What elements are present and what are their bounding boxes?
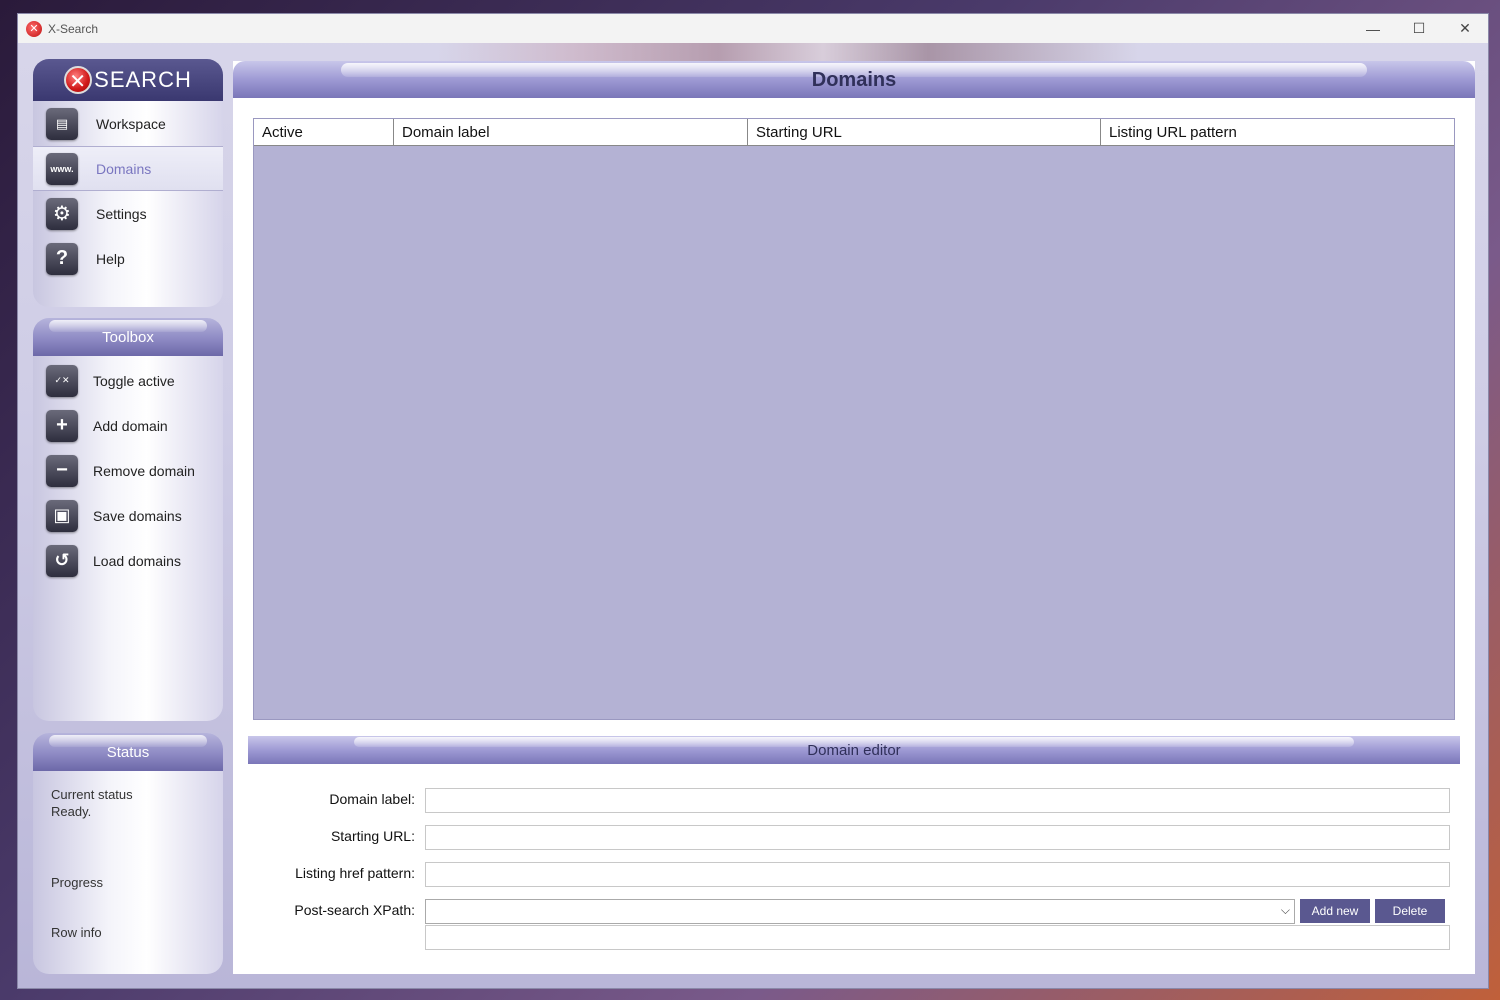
chevron-down-icon: ⌵	[1280, 903, 1290, 917]
current-status-label: Current status	[51, 787, 133, 802]
xpath-detail-input[interactable]	[425, 925, 1450, 950]
column-header-listing-url-pattern[interactable]: Listing URL pattern	[1101, 119, 1454, 145]
add-www-icon: +	[46, 409, 78, 442]
nav-item-help[interactable]: ? Help	[33, 236, 223, 281]
domain-label-row: Domain label:	[233, 788, 1475, 814]
status-panel: Status Current status Ready. Progress Ro…	[33, 733, 223, 974]
logo: ✕ SEARCH	[33, 59, 223, 101]
www-icon: www.	[46, 152, 78, 185]
page-title: Domains	[811, 69, 897, 91]
toggle-www-icon: ✓✕	[46, 364, 78, 397]
toolbox-panel: Toolbox ✓✕ Toggle active + Add domain − …	[33, 318, 223, 721]
nav-item-label: Domains	[96, 160, 152, 177]
add-new-button[interactable]: Add new	[1300, 899, 1370, 923]
logo-x-icon: ✕	[64, 66, 93, 94]
listing-href-pattern-label: Listing href pattern:	[295, 865, 415, 881]
nav-item-settings[interactable]: ⚙ Settings	[33, 191, 223, 236]
domain-label-input[interactable]	[425, 788, 1450, 813]
column-header-domain-label[interactable]: Domain label	[394, 119, 748, 145]
nav-item-domains[interactable]: www. Domains	[33, 146, 223, 191]
toolbox-title: Toolbox	[102, 329, 154, 346]
remove-www-icon: −	[46, 454, 78, 487]
load-icon: ↺	[46, 544, 78, 577]
row-info-label: Row info	[51, 925, 102, 940]
starting-url-input[interactable]	[425, 825, 1450, 850]
tool-label: Save domains	[93, 507, 182, 524]
toggle-active-button[interactable]: ✓✕ Toggle active	[33, 358, 223, 403]
post-search-xpath-label: Post-search XPath:	[294, 902, 415, 918]
app-window: ✕ X-Search — ☐ ✕ ✕ SEARCH ▤ Workspace ww…	[17, 13, 1489, 989]
gear-icon: ⚙	[46, 197, 78, 230]
editor-title: Domain editor	[807, 742, 901, 759]
tool-label: Remove domain	[93, 462, 195, 479]
nav-panel: ✕ SEARCH ▤ Workspace www. Domains ⚙ Sett…	[33, 59, 223, 307]
domains-table[interactable]: Active Domain label Starting URL Listing…	[253, 118, 1455, 720]
main-panel: Domains Active Domain label Starting URL…	[233, 61, 1475, 974]
window-controls: — ☐ ✕	[1350, 14, 1488, 43]
editor-header: Domain editor	[248, 736, 1460, 764]
starting-url-row: Starting URL:	[233, 825, 1475, 851]
notepad-icon: ▤	[46, 107, 78, 140]
background-image	[438, 43, 1138, 63]
main-header: Domains	[233, 61, 1475, 98]
post-search-xpath-select[interactable]: ⌵	[425, 899, 1295, 924]
close-icon[interactable]: ✕	[1442, 14, 1488, 43]
listing-href-row: Listing href pattern:	[233, 862, 1475, 888]
logo-text: SEARCH	[94, 67, 192, 92]
table-header: Active Domain label Starting URL Listing…	[254, 119, 1454, 146]
progress-label: Progress	[51, 875, 104, 890]
xpath-detail-row	[233, 925, 1475, 951]
remove-domain-button[interactable]: − Remove domain	[33, 448, 223, 493]
nav-item-workspace[interactable]: ▤ Workspace	[33, 101, 223, 146]
nav-item-label: Settings	[96, 205, 147, 222]
maximize-icon[interactable]: ☐	[1396, 14, 1442, 43]
nav-item-label: Help	[96, 250, 125, 267]
app-icon: ✕	[26, 20, 42, 37]
post-search-xpath-row: Post-search XPath: ⌵ Add new Delete	[233, 899, 1475, 925]
title-bar: ✕ X-Search — ☐ ✕	[18, 14, 1488, 43]
toolbox-header: Toolbox	[33, 318, 223, 356]
add-domain-button[interactable]: + Add domain	[33, 403, 223, 448]
window-title: X-Search	[48, 21, 99, 36]
column-header-active[interactable]: Active	[254, 119, 394, 145]
tool-label: Add domain	[93, 417, 168, 434]
nav-item-label: Workspace	[96, 115, 166, 132]
save-domains-button[interactable]: ▣ Save domains	[33, 493, 223, 538]
save-icon: ▣	[46, 499, 78, 532]
current-status-value: Ready.	[51, 804, 92, 819]
starting-url-label: Starting URL:	[330, 828, 415, 844]
listing-href-pattern-input[interactable]	[425, 862, 1450, 887]
status-header: Status	[33, 733, 223, 771]
load-domains-button[interactable]: ↺ Load domains	[33, 538, 223, 583]
tool-label: Toggle active	[93, 372, 175, 389]
delete-button[interactable]: Delete	[1375, 899, 1445, 923]
domain-label-label: Domain label:	[329, 791, 415, 807]
status-title: Status	[106, 744, 150, 761]
question-icon: ?	[46, 242, 78, 275]
tool-label: Load domains	[93, 552, 181, 569]
column-header-starting-url[interactable]: Starting URL	[748, 119, 1101, 145]
minimize-icon[interactable]: —	[1350, 14, 1396, 43]
